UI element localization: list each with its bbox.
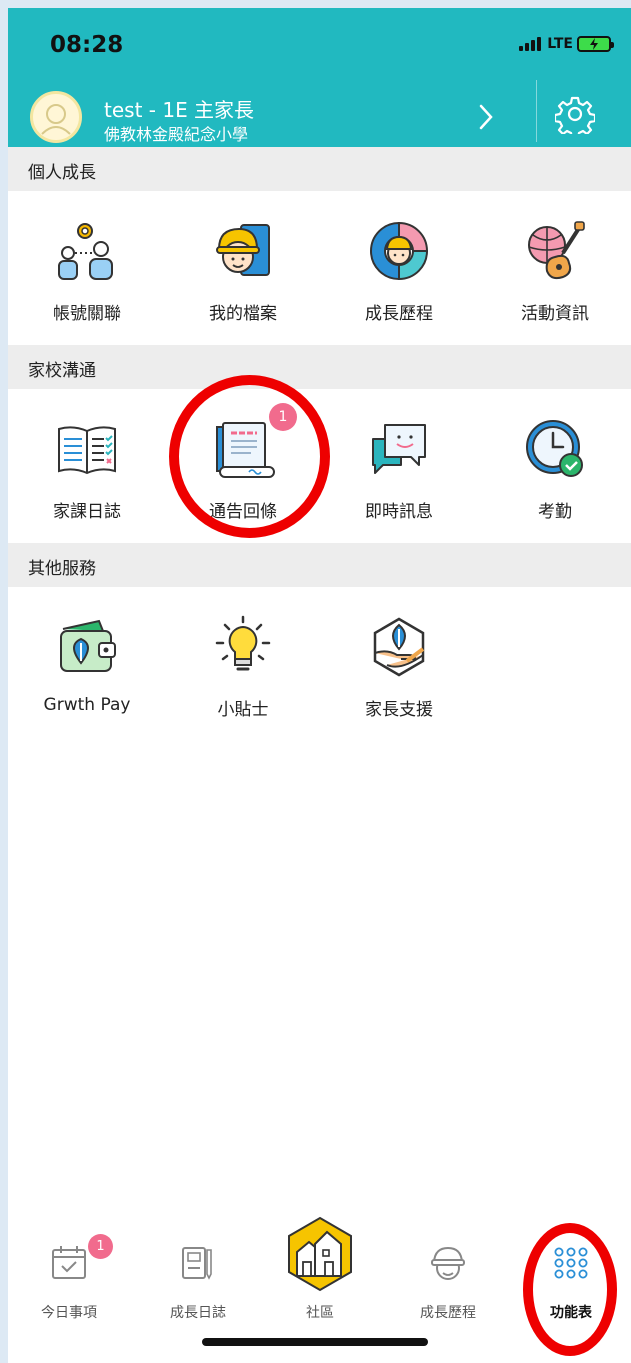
growth-path-icon <box>369 221 429 281</box>
network-label: LTE <box>547 36 573 52</box>
tab-label: 功能表 <box>550 1305 592 1321</box>
instant-message-icon <box>372 424 426 474</box>
tab-menu[interactable]: 功能表 <box>516 1226 626 1326</box>
attendance-clock-icon <box>526 420 583 477</box>
tile-grwth-pay[interactable]: Grwth Pay <box>9 587 165 737</box>
section-header-other-services: 其他服務 <box>8 543 631 587</box>
wallet-icon <box>60 619 116 672</box>
tile-label: 考勤 <box>538 502 572 522</box>
tile-growth-path[interactable]: 成長歷程 <box>321 191 477 341</box>
notebook-icon <box>182 1247 212 1280</box>
tile-label: 家長支援 <box>365 700 433 720</box>
battery-icon <box>577 36 614 52</box>
section-title: 家校溝通 <box>28 361 96 381</box>
account-link-icon <box>58 223 113 280</box>
menu-grid-icon <box>554 1247 588 1279</box>
tile-label: 活動資訊 <box>521 304 589 324</box>
tile-homework-diary[interactable]: 家課日誌 <box>9 389 165 539</box>
avatar-face-icon <box>41 104 71 135</box>
student-helmet-icon <box>431 1246 465 1280</box>
tab-label: 成長日誌 <box>170 1305 226 1321</box>
tile-instant-message[interactable]: 即時訊息 <box>321 389 477 539</box>
notification-badge: 1 <box>88 1234 113 1259</box>
status-indicators: LTE <box>519 36 614 52</box>
section-header-home-school: 家校溝通 <box>8 345 631 389</box>
home-indicator[interactable] <box>202 1338 428 1346</box>
tile-label: Grwth Pay <box>43 695 131 715</box>
annotation-circle-notice <box>169 375 330 538</box>
section-title: 個人成長 <box>28 163 96 183</box>
my-profile-icon <box>216 224 270 276</box>
chevron-right-icon[interactable] <box>476 102 496 132</box>
tile-parent-support[interactable]: 家長支援 <box>321 587 477 737</box>
tile-label: 家課日誌 <box>53 502 121 522</box>
user-name[interactable]: test - 1E 主家長 <box>104 94 254 123</box>
tile-account-link[interactable]: 帳號關聯 <box>9 191 165 341</box>
activity-info-icon <box>528 221 585 280</box>
user-avatar[interactable] <box>30 91 82 143</box>
homework-diary-icon <box>58 426 116 475</box>
lightbulb-icon <box>215 615 271 671</box>
signal-icon <box>519 37 542 51</box>
bottom-tab-bar: 1 今日事項 成長日誌 社區 成長歷程 功能表 <box>8 1216 631 1326</box>
tile-label: 我的檔案 <box>209 304 277 324</box>
tile-tips[interactable]: 小貼士 <box>165 587 321 737</box>
app-header: 08:28 LTE test - 1E 主家長 佛教林金殿紀念小學 <box>8 8 631 147</box>
tile-my-profile[interactable]: 我的檔案 <box>165 191 321 341</box>
tab-label: 今日事項 <box>41 1305 97 1321</box>
status-time: 08:28 <box>50 32 124 58</box>
gear-icon[interactable] <box>555 94 595 134</box>
tile-label: 小貼士 <box>217 700 269 720</box>
community-houses-icon <box>288 1216 352 1292</box>
section-title: 其他服務 <box>28 559 96 579</box>
tile-attendance[interactable]: 考勤 <box>477 389 631 539</box>
tile-label: 即時訊息 <box>365 502 433 522</box>
tab-today[interactable]: 1 今日事項 <box>14 1226 124 1326</box>
tile-label: 帳號關聯 <box>53 304 121 324</box>
school-name: 佛教林金殿紀念小學 <box>104 125 249 144</box>
tab-growth-diary[interactable]: 成長日誌 <box>143 1226 253 1326</box>
tab-growth-path[interactable]: 成長歷程 <box>393 1226 503 1326</box>
section-header-personal-growth: 個人成長 <box>8 147 631 191</box>
calendar-check-icon <box>52 1246 86 1279</box>
tab-community[interactable]: 社區 <box>265 1216 375 1326</box>
tab-label: 成長歷程 <box>420 1305 476 1321</box>
tile-label: 成長歷程 <box>365 304 433 324</box>
parent-support-icon <box>373 617 425 677</box>
tile-activity-info[interactable]: 活動資訊 <box>477 191 631 341</box>
tab-label: 社區 <box>306 1305 334 1321</box>
header-divider <box>536 80 537 142</box>
phone-screen: 08:28 LTE test - 1E 主家長 佛教林金殿紀念小學 個人成長 帳… <box>8 8 631 1363</box>
